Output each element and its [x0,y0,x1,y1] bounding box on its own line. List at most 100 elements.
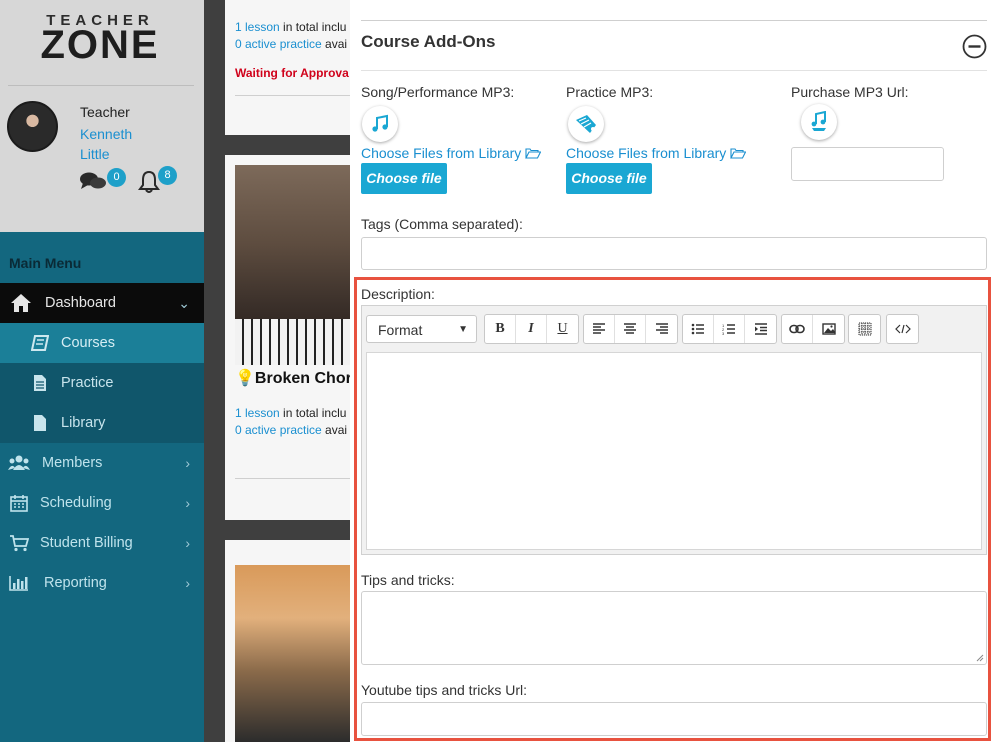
code-view-button[interactable] [887,315,918,343]
divider [235,95,355,96]
image-button[interactable] [813,315,844,343]
practice-choose-from-library-link[interactable]: Choose Files from Library [566,145,747,161]
course-title[interactable]: 💡Broken Chor [235,368,352,388]
tips-label: Tips and tricks: [361,572,455,588]
course-card [225,540,355,742]
divider [235,478,355,479]
song-choose-from-library-link[interactable]: Choose Files from Library [361,145,542,161]
align-right-icon [655,323,668,334]
guitar-icon[interactable] [568,106,604,142]
youtube-url-label: Youtube tips and tricks Url: [361,682,528,698]
divider [8,85,194,86]
align-left-icon [593,323,605,334]
sidebar-item-scheduling[interactable]: Scheduling › [0,483,204,523]
users-icon [7,443,31,483]
lightbulb-icon: 💡 [235,370,255,387]
chevron-down-icon: ⌄ [178,295,190,311]
folder-open-icon [730,145,747,161]
teacher-zone-logo[interactable]: TEACHER ZONE [40,12,160,65]
caret-down-icon: ▼ [458,324,468,335]
sidebar-item-dashboard[interactable]: Dashboard ⌄ [0,283,204,323]
chevron-right-icon: › [185,495,190,511]
youtube-url-input[interactable] [361,702,987,736]
align-right-button[interactable] [646,315,677,343]
sidebar-profile-area: TEACHER ZONE Teacher Kenneth Little 0 8 [0,0,204,232]
resize-handle-icon[interactable] [976,654,984,662]
tips-textarea[interactable] [361,591,987,665]
status-text: Waiting for Approva [235,66,349,80]
chat-icon[interactable] [79,170,107,192]
divider [361,20,987,21]
link-button[interactable] [782,315,813,343]
align-left-button[interactable] [584,315,615,343]
align-center-icon [624,323,636,334]
table-icon [858,322,871,336]
music-cart-icon[interactable] [801,104,837,140]
avatar[interactable] [7,101,58,152]
sidebar-item-reporting[interactable]: Reporting › [0,563,204,603]
chevron-right-icon: › [185,455,190,471]
underline-button[interactable]: U [547,315,578,343]
code-icon [894,324,911,334]
course-thumbnail[interactable] [235,165,355,365]
indent-button[interactable] [745,315,776,343]
chevron-right-icon: › [185,575,190,591]
file-text-icon [28,363,52,403]
calendar-icon [7,483,31,523]
description-editor-area[interactable] [366,352,982,550]
table-group [848,314,881,344]
home-icon [9,283,33,323]
description-label: Description: [361,286,435,302]
course-thumbnail[interactable] [235,565,355,742]
indent-icon [754,323,767,335]
alignment-group [583,314,678,344]
notifications-count-badge: 8 [158,166,177,185]
align-center-button[interactable] [615,315,646,343]
main-menu: Main Menu Dashboard ⌄ Courses Practice L… [0,243,204,603]
main-menu-title: Main Menu [0,243,204,283]
bar-chart-icon [7,563,31,603]
tags-label: Tags (Comma separated): [361,216,523,232]
sidebar-item-student-billing[interactable]: Student Billing › [0,523,204,563]
bullet-list-icon [691,323,704,335]
song-mp3-label: Song/Performance MP3: [361,84,515,100]
sidebar-item-library[interactable]: Library [0,403,204,443]
cart-icon [7,523,31,563]
collapse-icon[interactable] [962,34,987,59]
insert-group [781,314,845,344]
divider [361,70,987,71]
bullet-list-button[interactable] [683,315,714,343]
sidebar-item-members[interactable]: Members › [0,443,204,483]
folder-open-icon [525,145,542,161]
practice-mp3-label: Practice MP3: [566,84,654,100]
list-group: 123 [682,314,777,344]
text-style-group: B I U [484,314,579,344]
user-name-link[interactable]: Kenneth Little [80,124,132,164]
svg-text:3: 3 [722,331,725,335]
song-choose-file-button[interactable]: Choose file [361,163,447,194]
tags-input[interactable] [361,237,987,270]
sidebar-item-courses[interactable]: Courses [0,323,204,363]
file-icon [28,403,52,443]
sidebar: TEACHER ZONE Teacher Kenneth Little 0 8 … [0,0,204,742]
book-icon [28,323,52,363]
link-icon [789,324,805,334]
music-note-icon[interactable] [362,106,398,142]
description-rich-text-editor: Format ▼ B I U 123 [361,305,987,555]
messages-count-badge: 0 [107,168,126,187]
purchase-mp3-url-input[interactable] [791,147,944,181]
user-role: Teacher [80,104,130,120]
course-card: 💡Broken Chor 1 lesson in total inclu 0 a… [225,155,355,520]
bold-button[interactable]: B [485,315,516,343]
practice-choose-file-button[interactable]: Choose file [566,163,652,194]
format-select[interactable]: Format ▼ [366,315,477,343]
italic-button[interactable]: I [516,315,547,343]
bell-icon[interactable] [138,170,160,194]
section-title: Course Add-Ons [361,32,496,51]
numbered-list-button[interactable]: 123 [714,315,745,343]
sidebar-item-practice[interactable]: Practice [0,363,204,403]
code-group [886,314,919,344]
purchase-mp3-url-label: Purchase MP3 Url: [791,84,909,100]
image-icon [821,323,836,335]
table-button[interactable] [849,315,880,343]
